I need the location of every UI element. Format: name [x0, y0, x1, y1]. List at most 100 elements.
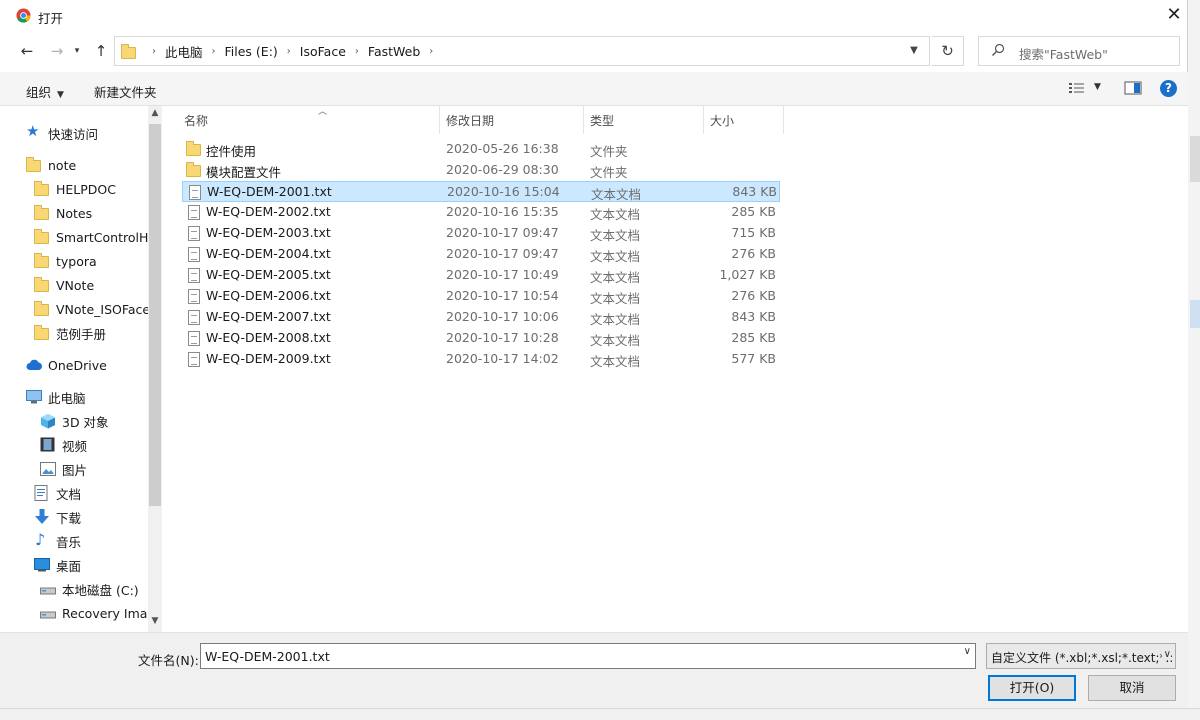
file-row[interactable]: W-EQ-DEM-2003.txt 2020-10-17 09:47 文本文档 715…: [182, 223, 780, 244]
breadcrumb-item[interactable]: FastWeb: [368, 44, 420, 59]
nav-item[interactable]: VNote: [34, 274, 94, 296]
nav-item[interactable]: 本地磁盘 (C:): [40, 578, 139, 600]
file-row[interactable]: W-EQ-DEM-2001.txt 2020-10-16 15:04 文本文档 843…: [182, 181, 780, 202]
column-header-date[interactable]: 修改日期: [440, 106, 584, 134]
background-window-bottom: [0, 708, 1200, 720]
breadcrumb-item[interactable]: IsoFace: [300, 44, 346, 59]
up-button[interactable]: ↑: [90, 40, 112, 62]
file-date: 2020-10-16 15:04: [447, 184, 560, 199]
view-options-icon[interactable]: [1068, 81, 1086, 95]
folder-icon: [26, 157, 42, 173]
nav-item-label: 下载: [56, 510, 82, 526]
file-size: 843 KB: [732, 184, 777, 199]
open-button[interactable]: 打开(O): [988, 675, 1076, 701]
nav-item[interactable]: Notes: [34, 202, 92, 224]
text-file-icon: [186, 288, 202, 304]
up-arrow-icon: ↑: [94, 42, 108, 60]
folder-icon: [34, 325, 50, 341]
folder-icon: [34, 205, 50, 221]
file-row[interactable]: W-EQ-DEM-2002.txt 2020-10-16 15:35 文本文档 285…: [182, 202, 780, 223]
nav-item[interactable]: 图片: [40, 458, 87, 480]
nav-item-label: 3D 对象: [62, 414, 109, 430]
file-row[interactable]: W-EQ-DEM-2005.txt 2020-10-17 10:49 文本文档 1,0…: [182, 265, 780, 286]
cancel-button[interactable]: 取消: [1088, 675, 1176, 701]
file-size: 843 KB: [731, 309, 776, 324]
organize-menu[interactable]: 组织 ▼: [26, 82, 64, 101]
breadcrumb-item[interactable]: 此电脑: [165, 42, 203, 61]
dialog-title: 打开: [38, 11, 64, 26]
address-history-dropdown[interactable]: ▼: [904, 40, 924, 62]
nav-item[interactable]: note: [26, 154, 76, 176]
nav-item[interactable]: OneDrive: [26, 354, 107, 376]
new-folder-button[interactable]: 新建文件夹: [94, 82, 157, 101]
file-row[interactable]: 模块配置文件 2020-06-29 08:30 文件夹: [182, 160, 780, 181]
file-row[interactable]: W-EQ-DEM-2009.txt 2020-10-17 14:02 文本文档 577…: [182, 349, 780, 370]
file-row[interactable]: W-EQ-DEM-2006.txt 2020-10-17 10:54 文本文档 276…: [182, 286, 780, 307]
nav-item[interactable]: ♪ 音乐: [34, 530, 81, 552]
nav-item[interactable]: 下载: [34, 506, 81, 528]
chevron-down-icon[interactable]: ∨: [964, 646, 971, 657]
scrollbar-thumb[interactable]: [149, 124, 161, 506]
column-header-type[interactable]: 类型: [584, 106, 704, 134]
file-name: W-EQ-DEM-2003.txt: [206, 225, 331, 240]
close-button[interactable]: ✕: [1160, 4, 1188, 28]
nav-item-label: 此电脑: [48, 390, 86, 406]
help-icon[interactable]: ?: [1160, 80, 1177, 97]
view-dropdown-icon[interactable]: ▼: [1094, 82, 1101, 92]
back-button[interactable]: ←: [16, 40, 38, 62]
filename-combobox[interactable]: ∨: [200, 643, 976, 669]
nav-item[interactable]: VNote_ISOFace: [34, 298, 150, 320]
picture-icon: [40, 461, 56, 477]
breadcrumb-item[interactable]: Files (E:): [225, 44, 278, 59]
nav-item[interactable]: typora: [34, 250, 97, 272]
file-name: W-EQ-DEM-2006.txt: [206, 288, 331, 303]
document-icon: [34, 485, 50, 501]
search-placeholder: 搜索"FastWeb": [1019, 47, 1108, 62]
nav-item[interactable]: HELPDOC: [34, 178, 116, 200]
refresh-button[interactable]: ↻: [932, 36, 964, 66]
file-date: 2020-10-17 14:02: [446, 351, 559, 366]
navigation-scrollbar[interactable]: ▲ ▼: [148, 106, 162, 632]
breadcrumb-separator-icon[interactable]: ›: [212, 46, 216, 57]
scroll-down-icon[interactable]: ▼: [148, 616, 162, 626]
file-row[interactable]: W-EQ-DEM-2004.txt 2020-10-17 09:47 文本文档 276…: [182, 244, 780, 265]
folder-icon: [34, 181, 50, 197]
drive-icon: [40, 605, 56, 621]
file-name: W-EQ-DEM-2002.txt: [206, 204, 331, 219]
column-header-name[interactable]: ︿ 名称: [178, 106, 440, 134]
nav-item[interactable]: Recovery Imag: [40, 602, 155, 624]
file-type: 文本文档: [590, 249, 641, 264]
filename-input[interactable]: [201, 644, 941, 668]
title-bar[interactable]: 打开 ✕: [0, 0, 1188, 32]
file-type: 文本文档: [590, 228, 641, 243]
nav-item[interactable]: 文档: [34, 482, 81, 504]
nav-item[interactable]: 视频: [40, 434, 87, 456]
nav-item[interactable]: SmartControlH: [34, 226, 148, 248]
nav-item[interactable]: 此电脑: [26, 386, 86, 408]
file-row[interactable]: 控件使用 2020-05-26 16:38 文件夹: [182, 139, 780, 160]
nav-item[interactable]: 3D 对象: [40, 410, 109, 432]
breadcrumb-separator-icon[interactable]: ›: [429, 46, 433, 57]
nav-item[interactable]: 范例手册: [34, 322, 106, 344]
forward-button[interactable]: →: [46, 40, 68, 62]
column-header-size[interactable]: 大小: [704, 106, 784, 134]
file-row[interactable]: W-EQ-DEM-2007.txt 2020-10-17 10:06 文本文档 843…: [182, 307, 780, 328]
nav-item[interactable]: 桌面: [34, 554, 81, 576]
breadcrumb-separator-icon[interactable]: ›: [152, 46, 156, 57]
breadcrumb-separator-icon[interactable]: ›: [287, 46, 291, 57]
preview-pane-icon[interactable]: [1124, 81, 1142, 95]
breadcrumb-separator-icon[interactable]: ›: [355, 46, 359, 57]
nav-item-label: Recovery Imag: [62, 605, 156, 621]
file-type-filter[interactable]: 自定义文件 (*.xbl;*.xsl;*.text;*.: ∨: [986, 643, 1176, 669]
chevron-down-icon: ∨: [1161, 649, 1171, 660]
recent-locations-button[interactable]: ▾: [66, 40, 88, 62]
text-file-icon: [186, 267, 202, 283]
file-size: 577 KB: [731, 351, 776, 366]
scroll-up-icon[interactable]: ▲: [148, 108, 162, 118]
search-box[interactable]: 搜索"FastWeb": [978, 36, 1180, 66]
text-file-icon: [186, 351, 202, 367]
file-row[interactable]: W-EQ-DEM-2008.txt 2020-10-17 10:28 文本文档 285…: [182, 328, 780, 349]
nav-item[interactable]: ★ 快速访问: [26, 122, 98, 144]
command-toolbar: 组织 ▼ 新建文件夹 ▼ ?: [0, 72, 1188, 106]
address-bar[interactable]: › 此电脑 › Files (E:) › IsoFace › FastWeb ›: [114, 36, 930, 66]
